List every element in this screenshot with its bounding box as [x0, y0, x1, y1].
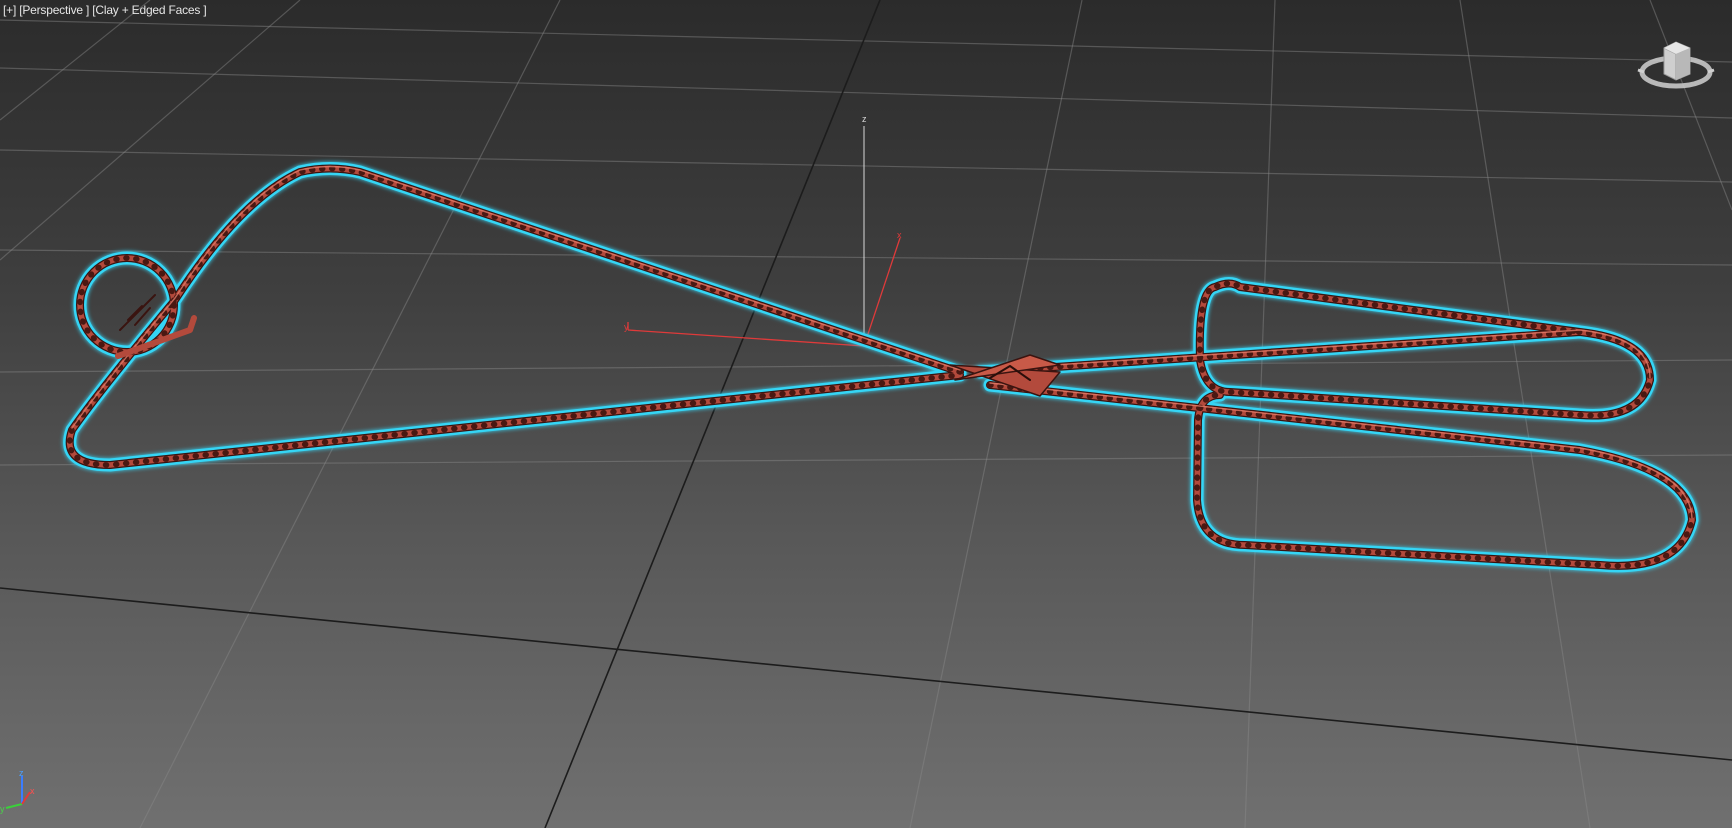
gizmo-x-label: x [897, 230, 902, 240]
viewport-scene[interactable]: z x y [0, 0, 1732, 828]
tripod-y-label: y [0, 804, 5, 814]
tripod-x-label: x [30, 786, 35, 796]
wire-body-edge [65, 164, 1696, 570]
gizmo-z-label: z [862, 114, 867, 124]
gizmo-y-label: y [624, 322, 629, 332]
tripod-z-label: z [19, 768, 24, 778]
axis-tripod-icon: z x y [0, 766, 44, 816]
perspective-viewport[interactable]: z x y [+] [Perspective] [Clay + Edged F… [0, 0, 1732, 828]
wire-edges [66, 165, 1695, 569]
viewport-shading-label[interactable]: [Clay + Edged Faces ] [92, 3, 206, 17]
viewcube-icon[interactable] [1636, 30, 1716, 102]
viewport-view-label[interactable]: [Perspective ] [19, 3, 89, 17]
viewport-menu-label[interactable]: [+] [3, 3, 16, 17]
selection-outline [63, 162, 1699, 573]
viewport-label-bar: [+] [Perspective ] [Clay + Edged Faces ] [3, 3, 207, 17]
wire-body [66, 165, 1695, 569]
